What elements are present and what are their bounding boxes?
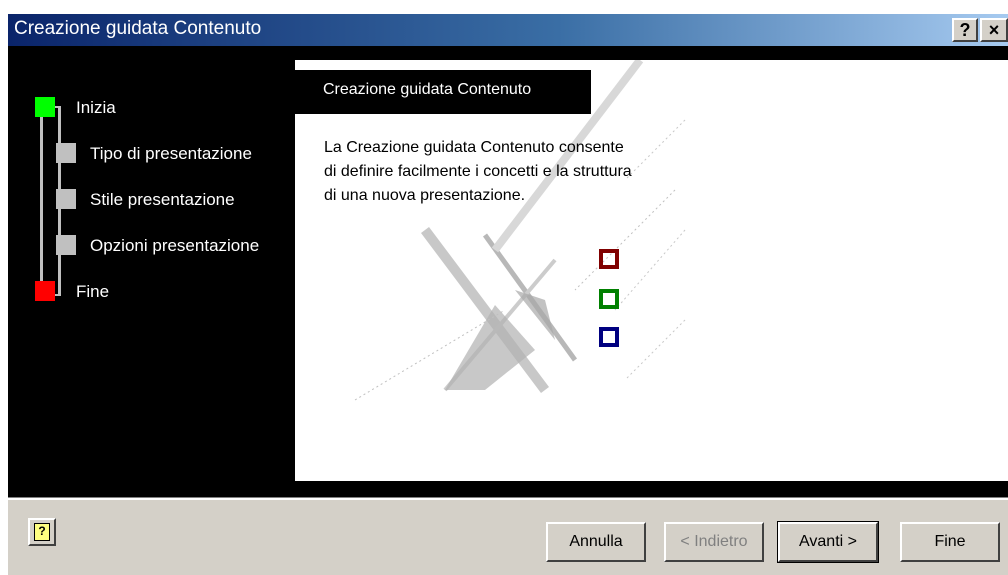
step-label-style[interactable]: Stile presentazione [90, 190, 235, 210]
button-area-separator [8, 497, 1008, 500]
step-label-options[interactable]: Opzioni presentazione [90, 236, 259, 256]
step-label-type[interactable]: Tipo di presentazione [90, 144, 252, 164]
help-button[interactable]: ? [28, 518, 56, 546]
next-button[interactable]: Avanti > [777, 521, 879, 563]
wizard-client-area: Inizia Tipo di presentazione Stile prese… [8, 46, 1008, 497]
step-indicator-type [56, 143, 76, 163]
title-bar: Creazione guidata Contenuto ? × [8, 14, 1008, 46]
help-icon: ? [34, 523, 50, 541]
step-indicator-finish [35, 281, 55, 301]
content-header-title: Creazione guidata Contenuto [323, 81, 532, 98]
content-panel: Creazione guidata Contenuto La Creazione… [295, 60, 1008, 481]
step-indicator-style [56, 189, 76, 209]
color-square-red [599, 249, 619, 269]
cancel-button[interactable]: Annulla [546, 522, 646, 562]
steps-connector-line [40, 106, 43, 296]
wizard-description: La Creazione guidata Contenuto consente … [324, 139, 632, 204]
step-label-start[interactable]: Inizia [76, 98, 116, 118]
step-label-finish[interactable]: Fine [76, 282, 109, 302]
back-button[interactable]: < Indietro [664, 522, 764, 562]
steps-sidebar: Inizia Tipo di presentazione Stile prese… [8, 46, 295, 497]
close-button[interactable]: × [980, 18, 1008, 42]
decorative-graphic [354, 60, 686, 401]
step-indicator-options [56, 235, 76, 255]
finish-button[interactable]: Fine [900, 522, 1000, 562]
color-square-green [599, 289, 619, 309]
help-title-button[interactable]: ? [952, 18, 978, 42]
wizard-window: Creazione guidata Contenuto ? × Inizia T… [8, 14, 1008, 575]
content-header: Creazione guidata Contenuto [295, 70, 591, 114]
step-indicator-start [35, 97, 55, 117]
color-square-blue [599, 327, 619, 347]
window-title: Creazione guidata Contenuto [14, 18, 262, 39]
